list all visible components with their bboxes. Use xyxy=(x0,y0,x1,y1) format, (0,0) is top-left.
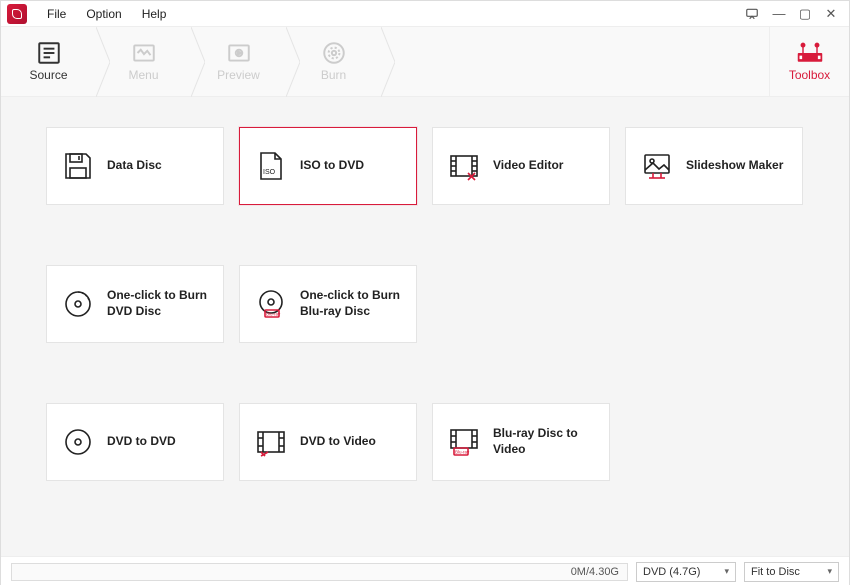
bluray-disc-icon: Blu-ray xyxy=(254,287,288,321)
svg-text:Blu-ray: Blu-ray xyxy=(455,450,470,455)
card-slideshow-maker-label: Slideshow Maker xyxy=(686,158,783,174)
card-iso-to-dvd[interactable]: ISO ISO to DVD xyxy=(239,127,417,205)
card-slideshow-maker[interactable]: Slideshow Maker xyxy=(625,127,803,205)
toolbox-label: Toolbox xyxy=(789,68,830,82)
bluray-film-icon: Blu-ray xyxy=(447,425,481,459)
disc-type-select[interactable]: DVD (4.7G) ▾ xyxy=(636,562,736,582)
step-burn[interactable]: Burn xyxy=(286,27,381,96)
card-video-editor[interactable]: Video Editor xyxy=(432,127,610,205)
menu-option[interactable]: Option xyxy=(76,3,131,25)
card-dvd-to-video-label: DVD to Video xyxy=(300,434,376,450)
fit-mode-value: Fit to Disc xyxy=(751,566,800,578)
row-2: One-click to Burn DVD Disc Blu-ray One-c… xyxy=(46,265,804,343)
minimize-button[interactable]: — xyxy=(771,6,787,21)
card-one-click-dvd-label: One-click to Burn DVD Disc xyxy=(107,288,209,319)
menu-step-icon xyxy=(131,42,157,64)
card-dvd-to-dvd[interactable]: DVD to DVD xyxy=(46,403,224,481)
row-3: DVD to DVD DVD to Video Blu-ray Blu-ray … xyxy=(46,403,804,481)
chevron-down-icon: ▾ xyxy=(724,566,729,577)
save-disc-icon xyxy=(61,149,95,183)
slideshow-icon xyxy=(640,149,674,183)
burn-icon xyxy=(321,42,347,64)
card-bluray-to-video[interactable]: Blu-ray Blu-ray Disc to Video xyxy=(432,403,610,481)
capacity-progress: 0M/4.30G xyxy=(11,563,628,581)
preview-icon xyxy=(226,42,252,64)
card-bluray-to-video-label: Blu-ray Disc to Video xyxy=(493,426,595,457)
maximize-button[interactable]: ▢ xyxy=(797,6,813,22)
feedback-icon[interactable] xyxy=(745,7,761,21)
card-iso-to-dvd-label: ISO to DVD xyxy=(300,158,364,174)
step-preview-label: Preview xyxy=(217,68,260,82)
card-dvd-to-dvd-label: DVD to DVD xyxy=(107,434,176,450)
step-menu[interactable]: Menu xyxy=(96,27,191,96)
content-area: Data Disc ISO ISO to DVD Video Editor Sl… xyxy=(1,97,849,556)
disc-burn-icon xyxy=(61,287,95,321)
menu-file[interactable]: File xyxy=(37,3,76,25)
svg-text:Blu-ray: Blu-ray xyxy=(266,312,281,317)
card-one-click-bluray[interactable]: Blu-ray One-click to Burn Blu-ray Disc xyxy=(239,265,417,343)
video-editor-icon xyxy=(447,149,481,183)
window-controls: — ▢ ✕ xyxy=(745,6,843,22)
step-bar: Source Menu Preview Burn Toolbox xyxy=(1,27,849,97)
disc-icon xyxy=(61,425,95,459)
capacity-text: 0M/4.30G xyxy=(571,566,619,578)
close-button[interactable]: ✕ xyxy=(823,6,839,22)
iso-file-icon: ISO xyxy=(254,149,288,183)
bottom-bar: 0M/4.30G DVD (4.7G) ▾ Fit to Disc ▾ xyxy=(1,556,849,586)
chevron-down-icon: ▾ xyxy=(827,566,832,577)
step-source-label: Source xyxy=(29,68,67,82)
app-logo-icon xyxy=(7,4,27,24)
row-1: Data Disc ISO ISO to DVD Video Editor Sl… xyxy=(46,127,804,205)
card-one-click-dvd[interactable]: One-click to Burn DVD Disc xyxy=(46,265,224,343)
card-video-editor-label: Video Editor xyxy=(493,158,563,174)
step-menu-label: Menu xyxy=(128,68,158,82)
toolbox-button[interactable]: Toolbox xyxy=(769,27,849,96)
step-burn-label: Burn xyxy=(321,68,346,82)
menu-help[interactable]: Help xyxy=(132,3,177,25)
card-one-click-bluray-label: One-click to Burn Blu-ray Disc xyxy=(300,288,402,319)
svg-text:ISO: ISO xyxy=(263,169,276,176)
fit-mode-select[interactable]: Fit to Disc ▾ xyxy=(744,562,839,582)
card-data-disc-label: Data Disc xyxy=(107,158,162,174)
step-source[interactable]: Source xyxy=(1,27,96,96)
menubar: File Option Help — ▢ ✕ xyxy=(1,1,849,27)
step-preview[interactable]: Preview xyxy=(191,27,286,96)
source-icon xyxy=(36,42,62,64)
card-dvd-to-video[interactable]: DVD to Video xyxy=(239,403,417,481)
film-export-icon xyxy=(254,425,288,459)
disc-type-value: DVD (4.7G) xyxy=(643,566,700,578)
card-data-disc[interactable]: Data Disc xyxy=(46,127,224,205)
